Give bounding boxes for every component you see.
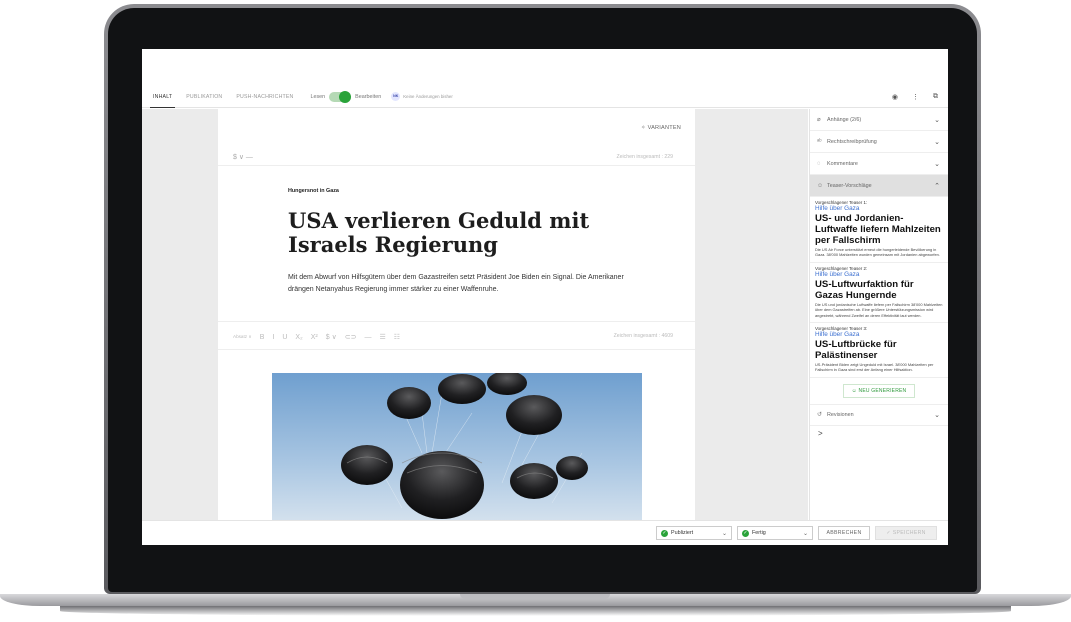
italic-button[interactable]: I xyxy=(272,334,274,341)
top-actions: ◉ ⋮ ⧉ xyxy=(892,86,938,108)
section-label: Teaser-Vorschläge xyxy=(827,182,872,189)
check-icon: ✓ xyxy=(742,529,749,537)
section-revisions[interactable]: ↺ Revisionen ⌄ xyxy=(810,403,948,426)
chevron-down-icon: ⌄ xyxy=(934,160,940,168)
section-label: Anhänge (2/6) xyxy=(827,116,862,123)
teaser-kicker: Hilfe über Gaza xyxy=(815,270,860,278)
read-edit-toggle[interactable] xyxy=(329,90,352,103)
robot-icon: ☺ xyxy=(817,182,824,189)
section-label: Rechtschreibprüfung xyxy=(827,138,877,145)
chevron-down-icon: ⌄ xyxy=(934,116,940,124)
publish-status-value: Publiziert xyxy=(671,530,694,536)
expand-panel-button[interactable]: > xyxy=(810,426,948,442)
divider xyxy=(218,165,695,166)
comment-icon: ◌ xyxy=(817,160,821,167)
title-char-count: Zeichen insgesamt : 229 xyxy=(616,154,673,160)
underline-button[interactable]: U xyxy=(282,334,287,341)
section-comments[interactable]: ◌ Kommentare ⌄ xyxy=(810,153,948,175)
teaser-headline: US-Luftbrücke für Palästinenser xyxy=(815,339,897,362)
regenerate-button[interactable]: ☺ NEU GENERIEREN xyxy=(843,383,915,398)
section-label: Kommentare xyxy=(827,160,858,167)
laptop-notch xyxy=(460,594,610,599)
open-external-icon[interactable]: ⧉ xyxy=(933,93,938,101)
article-kicker[interactable]: Hungersnot in Gaza xyxy=(288,188,339,194)
section-label: Revisionen xyxy=(827,411,854,418)
read-label: Lesen xyxy=(310,93,326,100)
bottom-bar: ✓ Publiziert ⌄ ✓ Fertig ⌄ ABBRECHEN ✓ SP… xyxy=(142,520,948,545)
history-icon: ↺ xyxy=(817,412,823,419)
teaser-suggestion[interactable]: Vorgeschlagener Teaser 2: Hilfe über Gaz… xyxy=(810,263,948,324)
link-button[interactable]: ⊂⊃ xyxy=(345,333,357,341)
superscript-button[interactable]: X² xyxy=(311,334,318,341)
tab-push-nachrichten[interactable]: PUSH-NACHRICHTEN xyxy=(233,86,296,108)
article-lead[interactable]: Mit dem Abwurf von Hilfsgütern über dem … xyxy=(288,272,638,296)
teaser-text: Die US und jordanische Luftwaffe liefern… xyxy=(815,301,943,318)
teaser-headline: US- und Jordanien-Luftwaffe liefern Mahl… xyxy=(815,213,941,246)
teaser-text: US-Präsident Biden zeigt Ungeduld mit Is… xyxy=(815,362,934,373)
divider xyxy=(218,321,695,322)
format-toolbar: Absatz ∨ B I U X₂ X² $ ∨ ⊂⊃ — ☰ ☷ xyxy=(233,333,400,342)
chevron-down-icon: ⌄ xyxy=(721,530,727,537)
tab-publikation[interactable]: PUBLIKATION xyxy=(183,86,225,108)
price-button[interactable]: $ ∨ xyxy=(326,333,337,341)
teaser-text: Die US Air Force unterstützt erneut die … xyxy=(815,247,940,258)
section-attachments[interactable]: ⌀ Anhänge (2/6) ⌄ xyxy=(810,109,948,131)
chevron-down-icon: ⌄ xyxy=(802,530,808,537)
teaser-kicker: Hilfe über Gaza xyxy=(815,331,860,339)
teaser-suggestion[interactable]: Vorgeschlagener Teaser 3: Hilfe über Gaz… xyxy=(810,323,948,378)
robot-icon: ☺ xyxy=(851,387,859,394)
variants-button[interactable]: ✧ VARIANTEN xyxy=(641,125,681,131)
subscript-button[interactable]: X₂ xyxy=(295,334,302,341)
regenerate-label: NEU GENERIEREN xyxy=(858,387,907,394)
side-panel: ⌀ Anhänge (2/6) ⌄ ᵃᵇ Rechtschreibprüfung… xyxy=(809,109,948,520)
chevron-down-icon: ⌄ xyxy=(934,138,940,146)
dash-button[interactable]: — xyxy=(364,334,371,341)
teaser-kicker: Hilfe über Gaza xyxy=(815,205,860,212)
paragraph-style-select[interactable]: Absatz ∨ xyxy=(233,334,252,340)
change-status: Keine Änderungen bisher xyxy=(403,94,453,99)
save-label: SPEICHERN xyxy=(892,530,926,536)
avatar[interactable]: NK xyxy=(391,92,401,101)
sparkle-icon: ✧ xyxy=(640,125,648,131)
section-spellcheck[interactable]: ᵃᵇ Rechtschreibprüfung ⌄ xyxy=(810,131,948,153)
save-button[interactable]: ✓ SPEICHERN xyxy=(875,526,937,540)
numbered-list-button[interactable]: ☷ xyxy=(394,333,400,341)
article-image[interactable] xyxy=(272,373,642,520)
top-bar: INHALT PUBLIKATION PUSH-NACHRICHTEN Lese… xyxy=(142,86,948,108)
publish-status-select[interactable]: ✓ Publiziert ⌄ xyxy=(656,526,732,540)
app-screen: INHALT PUBLIKATION PUSH-NACHRICHTEN Lese… xyxy=(142,49,948,545)
check-icon: ✓ xyxy=(661,529,668,537)
bullet-list-button[interactable]: ☰ xyxy=(379,333,385,341)
bold-button[interactable]: B xyxy=(260,334,265,341)
edit-label: Bearbeiten xyxy=(355,93,382,100)
eye-icon[interactable]: ◉ xyxy=(892,93,898,101)
chevron-up-icon: ⌃ xyxy=(934,182,940,190)
body-char-count: Zeichen insgesamt : 4609 xyxy=(613,333,673,339)
tab-inhalt[interactable]: INHALT xyxy=(150,86,176,108)
editor-paper: ✧ VARIANTEN $ ∨ — Zeichen insgesamt : 22… xyxy=(218,109,695,520)
teaser-suggestion[interactable]: Vorgeschlagener Teaser 1: Hilfe über Gaz… xyxy=(810,197,948,263)
spellcheck-icon: ᵃᵇ xyxy=(817,138,822,145)
paperclip-icon: ⌀ xyxy=(817,117,821,123)
title-toolbar[interactable]: $ ∨ — xyxy=(233,153,253,161)
workflow-status-value: Fertig xyxy=(752,530,766,536)
mode-switch: Lesen Bearbeiten xyxy=(310,90,382,103)
laptop-shadow xyxy=(60,606,1011,616)
divider xyxy=(218,349,695,350)
chevron-down-icon: ⌄ xyxy=(934,411,940,419)
more-vert-icon[interactable]: ⋮ xyxy=(912,93,919,101)
workflow-status-select[interactable]: ✓ Fertig ⌄ xyxy=(737,526,813,540)
article-headline[interactable]: USA verlieren Geduld mit Israels Regieru… xyxy=(288,209,618,257)
teaser-headline: US-Luftwurfaktion für Gazas Hungernde xyxy=(815,278,914,301)
variants-label: VARIANTEN xyxy=(647,125,681,131)
laptop-mockup: INHALT PUBLIKATION PUSH-NACHRICHTEN Lese… xyxy=(0,0,1071,622)
cancel-button[interactable]: ABBRECHEN xyxy=(818,526,870,540)
section-teaser-suggestions[interactable]: ☺ Teaser-Vorschläge ⌃ xyxy=(810,175,948,197)
